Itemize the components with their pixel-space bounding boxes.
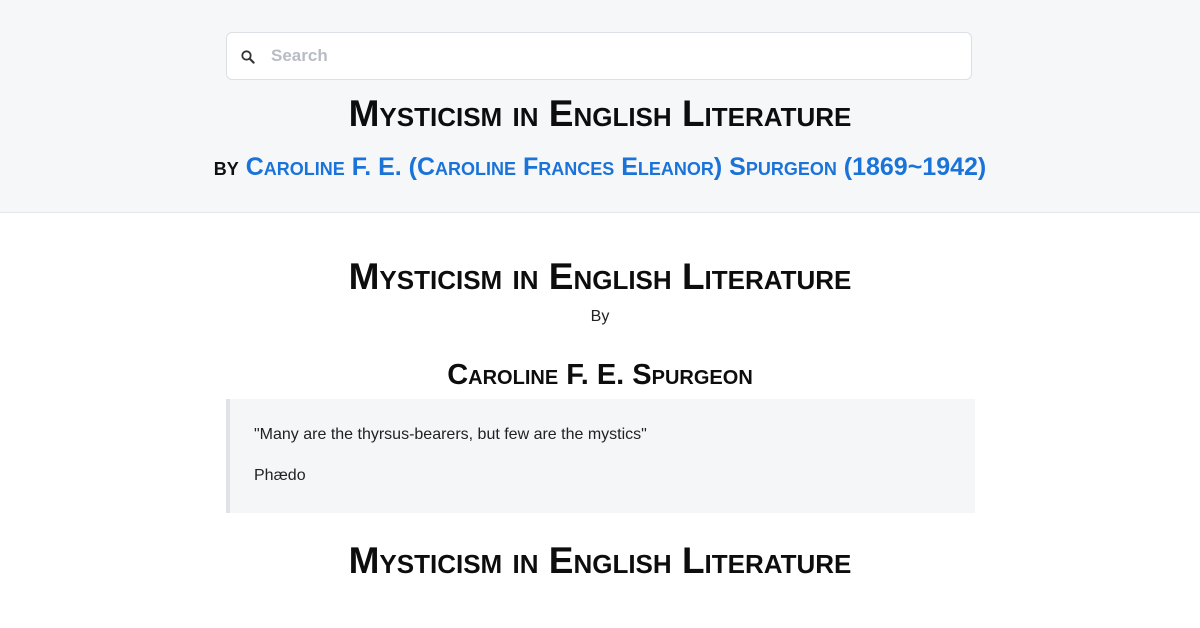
epigraph-source: Phædo xyxy=(254,467,306,484)
search-box[interactable] xyxy=(226,32,972,80)
search-input[interactable] xyxy=(271,33,961,79)
epigraph-quote: "Many are the thyrsus-bearers, but few a… xyxy=(254,426,647,443)
site-header: Mysticism in English Literature by Carol… xyxy=(0,0,1200,213)
chapter-title: Mysticism in English Literature xyxy=(348,540,852,581)
byline: by Caroline F. E. (Caroline Frances Elea… xyxy=(0,150,1200,184)
search-icon xyxy=(241,50,255,64)
content-title: Mysticism in English Literature xyxy=(348,256,852,297)
author-heading: Caroline F. E. Spurgeon xyxy=(447,359,753,391)
byline-prefix: by xyxy=(213,153,239,181)
epigraph: "Many are the thyrsus-bearers, but few a… xyxy=(226,399,975,513)
by-label: By xyxy=(590,308,610,325)
book-title: Mysticism in English Literature xyxy=(348,93,852,134)
author-link[interactable]: Caroline F. E. (Caroline Frances Eleanor… xyxy=(246,153,987,181)
